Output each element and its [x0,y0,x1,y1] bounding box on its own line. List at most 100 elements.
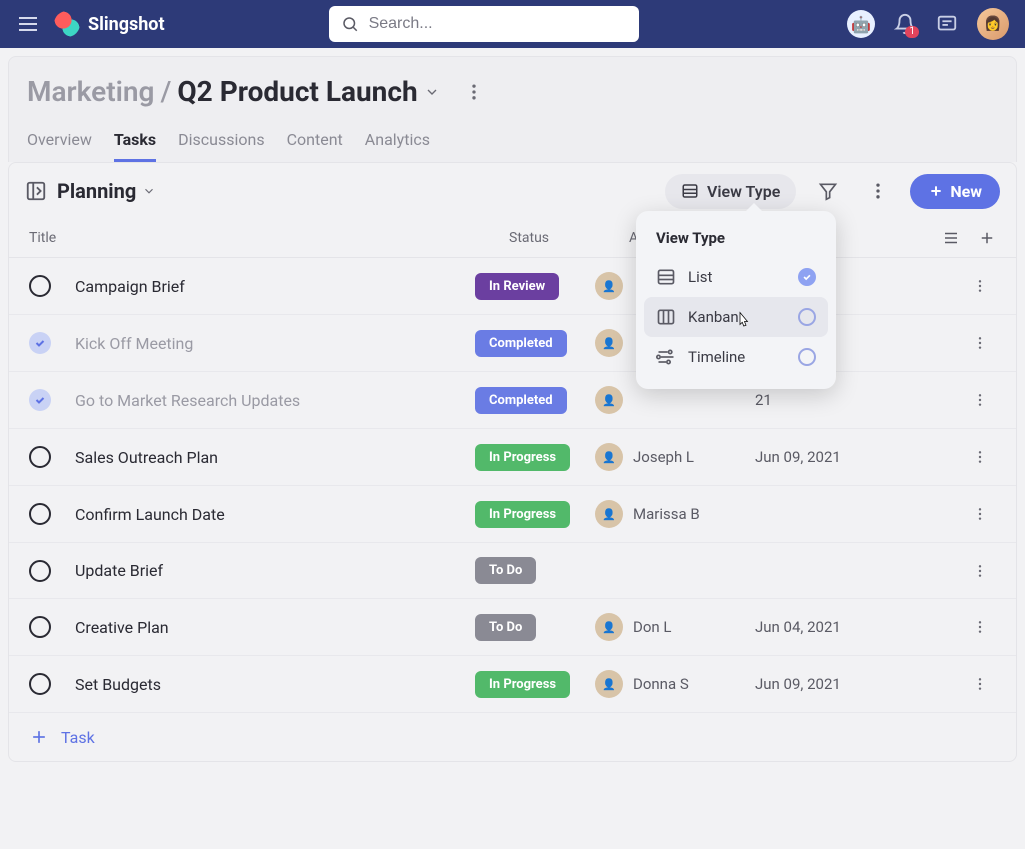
assignee-name: Donna S [633,675,689,693]
breadcrumb-current[interactable]: Q2 Product Launch [177,75,439,108]
kanban-icon [656,307,676,327]
add-column-icon[interactable] [978,229,996,247]
panel-more-button[interactable] [860,173,896,209]
status-badge[interactable]: In Progress [475,671,570,698]
task-checkbox[interactable] [29,446,51,468]
assignee-avatar: 👤 [595,272,623,300]
status-badge[interactable]: To Do [475,557,536,584]
status-badge[interactable]: To Do [475,614,536,641]
add-task-label: Task [61,728,95,747]
align-icon[interactable] [942,229,960,247]
tab-overview[interactable]: Overview [27,130,92,162]
app-logo[interactable]: Slingshot [54,11,165,37]
page-more-button[interactable] [464,82,484,102]
status-badge[interactable]: In Progress [475,501,570,528]
view-option-kanban[interactable]: Kanban [644,297,828,337]
task-checkbox[interactable] [29,332,51,354]
plus-icon [29,727,49,747]
assignee-cell[interactable]: 👤Don L [595,613,755,641]
table-row[interactable]: Confirm Launch Date In Progress 👤Marissa… [9,486,1016,543]
dots-vertical-icon [972,335,988,351]
section-title-text: Planning [57,179,136,203]
view-type-popover: View Type List Kanban Timeline [636,211,836,389]
task-checkbox[interactable] [29,673,51,695]
row-more-button[interactable] [964,331,996,355]
assignee-name: Marissa B [633,505,700,523]
table-row[interactable]: Update Brief To Do [9,543,1016,599]
new-button[interactable]: New [910,174,1000,209]
radio-indicator [798,268,816,286]
assignee-avatar: 👤 [595,443,623,471]
view-option-timeline[interactable]: Timeline [644,337,828,377]
table-row[interactable]: Set Budgets In Progress 👤Donna S Jun 09,… [9,656,1016,713]
breadcrumb-parent[interactable]: Marketing [27,75,154,108]
view-type-label: View Type [707,182,780,201]
row-more-button[interactable] [964,615,996,639]
row-more-button[interactable] [964,672,996,696]
assignee-cell[interactable]: 👤 Joseph L [595,443,755,471]
user-avatar[interactable]: 👩 [977,8,1009,40]
assignee-cell[interactable]: 👤 [595,386,755,414]
status-badge[interactable]: In Review [475,273,559,300]
tab-discussions[interactable]: Discussions [178,130,264,162]
table-row[interactable]: Campaign Brief In Review 👤 21 [9,258,1016,315]
view-option-label: Timeline [688,348,745,366]
search-input[interactable] [369,15,627,33]
task-checkbox[interactable] [29,560,51,582]
dots-vertical-icon [972,563,988,579]
timeline-icon [656,347,676,367]
column-headers: Title Status A [9,219,1016,258]
row-more-button[interactable] [964,502,996,526]
chevron-down-icon [142,184,156,198]
view-option-label: Kanban [688,308,739,326]
row-more-button[interactable] [964,274,996,298]
task-checkbox[interactable] [29,389,51,411]
tab-tasks[interactable]: Tasks [114,130,156,162]
table-row[interactable]: Creative Plan To Do 👤Don L Jun 04, 2021 [9,599,1016,656]
new-button-label: New [950,182,982,201]
add-task-button[interactable]: Task [9,713,1016,761]
dots-vertical-icon [972,278,988,294]
page-header: Marketing / Q2 Product Launch Overview Ta… [8,56,1017,162]
panel-toolbar: Planning View Type New [9,163,1016,219]
task-title: Kick Off Meeting [75,334,475,353]
assignee-avatar: 👤 [595,613,623,641]
logo-mark-icon [54,11,80,37]
table-row[interactable]: Go to Market Research Updates Completed … [9,372,1016,429]
chat-button[interactable] [935,12,959,36]
breadcrumb-separator: / [160,75,171,108]
tab-analytics[interactable]: Analytics [365,130,430,162]
assignee-avatar: 👤 [595,670,623,698]
table-row[interactable]: Sales Outreach Plan In Progress 👤Joseph … [9,429,1016,486]
task-title: Confirm Launch Date [75,505,475,524]
dots-vertical-icon [972,392,988,408]
task-title: Campaign Brief [75,277,475,296]
status-badge[interactable]: Completed [475,387,567,414]
dots-vertical-icon [868,181,888,201]
row-more-button[interactable] [964,388,996,412]
tab-content[interactable]: Content [287,130,343,162]
view-type-button[interactable]: View Type [665,174,796,209]
assignee-cell[interactable]: 👤 Donna S [595,670,755,698]
notifications-button[interactable]: 1 [893,12,917,36]
row-more-button[interactable] [964,445,996,469]
list-icon [656,267,676,287]
task-checkbox[interactable] [29,616,51,638]
menu-icon[interactable] [16,12,40,36]
section-icon [25,180,47,202]
filter-button[interactable] [810,173,846,209]
assistant-avatar-icon[interactable]: 🤖 [847,10,875,38]
table-row[interactable]: Kick Off Meeting Completed 👤 21 [9,315,1016,372]
view-option-list[interactable]: List [644,257,828,297]
view-option-label: List [688,268,712,286]
task-checkbox[interactable] [29,503,51,525]
task-checkbox[interactable] [29,275,51,297]
status-badge[interactable]: In Progress [475,444,570,471]
row-more-button[interactable] [964,559,996,583]
section-title[interactable]: Planning [57,179,156,203]
due-date: Jun 04, 2021 [755,618,865,636]
search-box[interactable] [329,6,639,42]
assignee-name: Joseph L [633,448,694,466]
status-badge[interactable]: Completed [475,330,567,357]
assignee-cell[interactable]: 👤Marissa B [595,500,755,528]
